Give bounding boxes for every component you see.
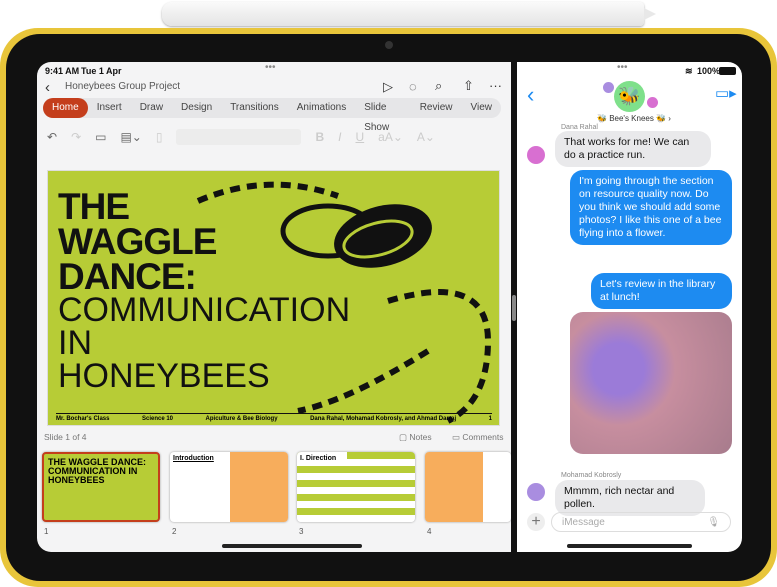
redo-icon[interactable]: ↷: [71, 130, 81, 144]
slide-thumbnail-1[interactable]: THE WAGGLE DANCE: COMMUNICATION IN HONEY…: [42, 452, 160, 522]
group-name-label: Bee's Knees: [609, 114, 654, 123]
subtitle-line: HONEYBEES: [58, 357, 270, 395]
footer-topic: Apiculture & Bee Biology: [205, 416, 278, 422]
tab-draw[interactable]: Draw: [131, 98, 172, 118]
slide-thumbnail-3[interactable]: I. Direction: [297, 452, 415, 522]
thumb-title: THE WAGGLE DANCE: COMMUNICATION IN HONEY…: [48, 457, 146, 485]
tab-transitions[interactable]: Transitions: [221, 98, 288, 118]
thumb-number: 1: [44, 527, 49, 536]
split-view-handle[interactable]: [512, 295, 516, 321]
multitask-dots[interactable]: •••: [617, 62, 628, 73]
format-painter-icon[interactable]: ▯: [156, 130, 163, 144]
ribbon-tabs: Home Insert Draw Design Transitions Anim…: [43, 98, 502, 133]
layout-icon[interactable]: ▤⌄: [120, 130, 141, 144]
slide-thumbnail-2[interactable]: Introduction: [170, 452, 288, 522]
lightbulb-icon[interactable]: ◌: [409, 79, 417, 94]
bold-icon[interactable]: B: [315, 130, 324, 144]
footer-authors: Dana Rahal, Mohamad Kobrosly, and Ahmad …: [310, 416, 457, 422]
status-time: 9:41 AM: [45, 66, 80, 76]
input-placeholder: iMessage: [562, 517, 605, 528]
thumb-title: I. Direction: [297, 452, 347, 465]
play-icon[interactable]: ▷: [383, 79, 393, 95]
footer-class: Mr. Bochar's Class: [56, 416, 110, 422]
italic-icon[interactable]: I: [338, 130, 341, 144]
thumb-number: 2: [172, 527, 177, 536]
toolbar: ↶ ↷ ▭ ▤⌄ ▯ B I U aA⌄ A⌄: [37, 124, 511, 150]
wifi-icon: ≋: [685, 66, 693, 76]
battery-icon: [719, 67, 736, 75]
back-icon[interactable]: ‹: [527, 82, 534, 108]
underline-icon[interactable]: U: [356, 130, 365, 144]
title-line: THE: [58, 186, 130, 227]
back-icon[interactable]: ‹: [45, 79, 50, 96]
powerpoint-pane: 9:41 AM Tue 1 Apr ••• ‹ Honeybees Group …: [37, 62, 511, 552]
title-line: WAGGLE: [58, 221, 217, 262]
new-slide-icon[interactable]: ▭: [95, 130, 106, 144]
tab-home[interactable]: Home: [43, 98, 88, 118]
font-color-icon[interactable]: A⌄: [417, 130, 435, 144]
tab-animations[interactable]: Animations: [288, 98, 355, 118]
title-line: DANCE:: [58, 256, 197, 297]
tab-review[interactable]: Review: [411, 98, 462, 118]
comments-button[interactable]: ▭ Comments: [452, 432, 504, 443]
font-field[interactable]: [176, 129, 302, 145]
message-bubble[interactable]: Mmmm, rich nectar and pollen.: [555, 480, 705, 516]
message-input[interactable]: iMessage 🎙: [551, 512, 731, 532]
messages-pane: ••• ≋ 100% ‹ 🐝 🐝 Bee's Knees 🐝 › ▭▸ Dana…: [517, 62, 742, 552]
status-date: Tue 1 Apr: [81, 66, 122, 76]
sender-name: Dana Rahal: [561, 124, 598, 131]
slide-canvas[interactable]: THE WAGGLE DANCE: COMMUNICATION IN HONEY…: [47, 170, 500, 426]
video-call-icon[interactable]: ▭▸: [715, 84, 737, 102]
message-bubble[interactable]: That works for me! We can do a practice …: [555, 131, 711, 167]
document-title: Honeybees Group Project: [65, 81, 181, 92]
message-bubble[interactable]: I'm going through the section on resourc…: [570, 170, 732, 245]
sender-avatar: [527, 146, 545, 164]
comments-label: Comments: [462, 432, 504, 442]
more-icon[interactable]: ···: [489, 78, 502, 93]
apple-pencil: [162, 2, 656, 26]
group-name[interactable]: 🐝 Bee's Knees 🐝 ›: [597, 114, 671, 123]
footer-course: Science 10: [141, 416, 174, 422]
member-avatar: [603, 82, 614, 93]
share-icon[interactable]: ⇧: [463, 78, 474, 94]
thumb-number: 3: [299, 527, 304, 536]
home-indicator[interactable]: [567, 544, 692, 548]
font-size-icon[interactable]: aA⌄: [378, 130, 403, 144]
tab-slide-show[interactable]: Slide Show: [355, 98, 411, 133]
home-indicator[interactable]: [222, 544, 362, 548]
subtitle-line: IN: [58, 324, 92, 362]
slide-title: THE WAGGLE DANCE: COMMUNICATION IN HONEY…: [58, 186, 351, 395]
sender-avatar: [527, 483, 545, 501]
group-avatar[interactable]: 🐝: [614, 81, 645, 112]
message-bubble[interactable]: Let's review in the library at lunch!: [591, 273, 732, 309]
battery-level: 100%: [697, 66, 721, 76]
add-attachment-button[interactable]: +: [527, 513, 545, 531]
member-avatar: [647, 97, 658, 108]
thumb-number: 4: [427, 527, 432, 536]
tab-design[interactable]: Design: [172, 98, 221, 118]
search-icon[interactable]: ⌕: [435, 78, 442, 94]
sender-name: Mohamad Kobrosly: [561, 472, 622, 479]
slide-thumbnail-4[interactable]: [425, 452, 511, 522]
bee-photo[interactable]: [570, 312, 732, 454]
microphone-icon[interactable]: 🎙: [707, 517, 720, 528]
subtitle-line: COMMUNICATION: [58, 291, 351, 329]
slide-footer: Mr. Bochar's Class Science 10 Apiculture…: [56, 413, 492, 422]
multitask-dots[interactable]: •••: [265, 62, 276, 73]
footer-page: 1: [488, 416, 492, 422]
tab-view[interactable]: View: [462, 98, 502, 118]
slide-counter: Slide 1 of 4: [44, 432, 87, 442]
undo-icon[interactable]: ↶: [47, 130, 57, 144]
tab-insert[interactable]: Insert: [88, 98, 131, 118]
notes-label: Notes: [409, 432, 432, 442]
notes-button[interactable]: ▢ Notes: [399, 432, 432, 443]
camera: [385, 41, 393, 49]
